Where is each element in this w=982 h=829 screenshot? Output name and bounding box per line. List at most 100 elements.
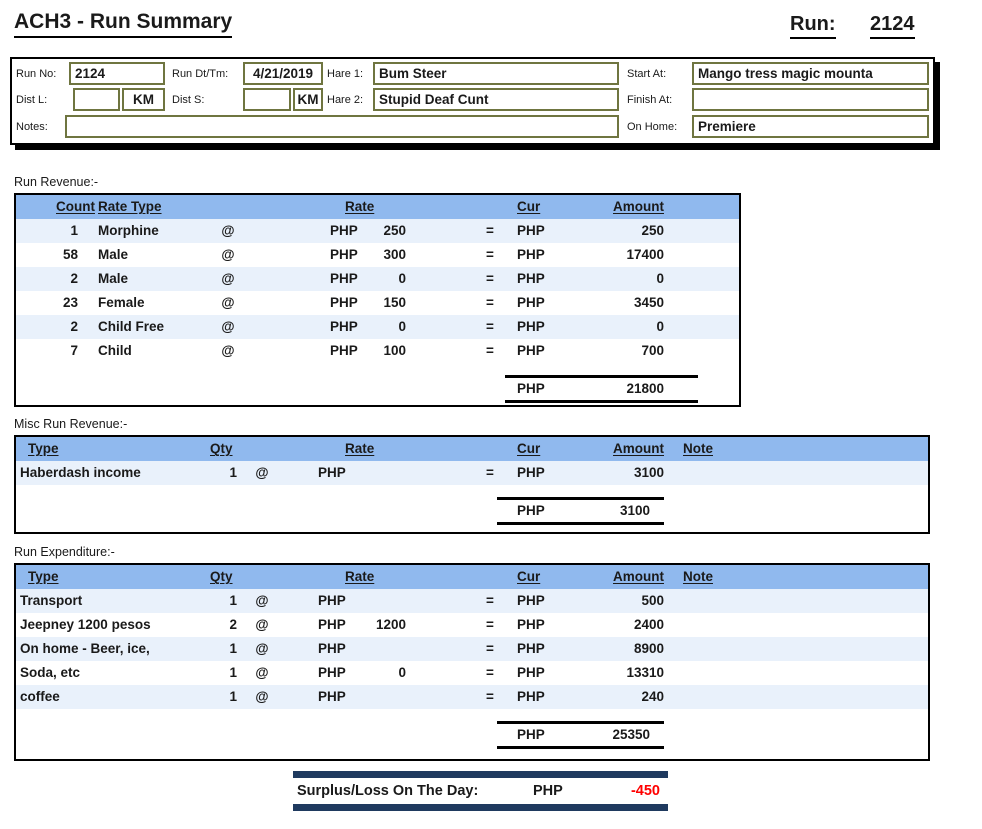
at-symbol: @ xyxy=(255,617,269,632)
equals-symbol: = xyxy=(486,641,494,656)
at-symbol: @ xyxy=(221,295,235,310)
expenditure-table: Type Qty Rate Cur Amount Note Transport 1… xyxy=(14,563,930,761)
col-header-amount: Amount xyxy=(613,569,664,584)
surplus-currency: PHP xyxy=(533,783,563,799)
equals-symbol: = xyxy=(486,665,494,680)
surplus-amount: -450 xyxy=(630,783,660,799)
notes-label: Notes: xyxy=(16,121,48,133)
col-header-rate: Rate xyxy=(345,199,375,214)
hare2-label: Hare 2: xyxy=(327,94,364,106)
col-header-cur: Cur xyxy=(517,569,541,584)
equals-symbol: = xyxy=(486,343,494,358)
equals-symbol: = xyxy=(486,465,494,480)
revenue-table: Count Rate Type Rate Cur Amount 1 Morphin… xyxy=(14,193,741,407)
dist-l-field[interactable] xyxy=(73,88,120,111)
table-row: 2 Child Free @ PHP 0 = PHP 0 xyxy=(16,315,739,339)
revenue-section-label: Run Revenue:- xyxy=(14,175,99,189)
table-row: 2 Male @ PHP 0 = PHP 0 xyxy=(16,267,739,291)
table-row: 58 Male @ PHP 300 = PHP 17400 xyxy=(16,243,739,267)
at-symbol: @ xyxy=(221,343,235,358)
equals-symbol: = xyxy=(486,247,494,262)
expenditure-header-row: Type Qty Rate Cur Amount Note xyxy=(16,565,928,589)
page-title: ACH3 - Run Summary xyxy=(14,10,233,38)
col-header-rate: Rate xyxy=(345,441,375,456)
dist-s-km-unit: KM xyxy=(293,88,323,111)
col-header-note: Note xyxy=(683,441,713,456)
col-header-type: Type xyxy=(28,441,59,456)
table-row: coffee 1 @ PHP = PHP 240 xyxy=(16,685,928,709)
total-amount: 25350 xyxy=(612,727,650,742)
table-row: On home - Beer, ice, 1 @ PHP = PHP 8900 xyxy=(16,637,928,661)
at-symbol: @ xyxy=(255,641,269,656)
expenditure-section-label: Run Expenditure:- xyxy=(14,545,115,559)
col-header-type: Type xyxy=(28,569,59,584)
run-no-field[interactable]: 2124 xyxy=(69,62,165,85)
col-header-amount: Amount xyxy=(613,441,664,456)
equals-symbol: = xyxy=(486,593,494,608)
surplus-summary: Surplus/Loss On The Day: PHP -450 xyxy=(293,771,668,811)
hare1-label: Hare 1: xyxy=(327,68,364,80)
table-row: Soda, etc 1 @ PHP 0 = PHP 13310 xyxy=(16,661,928,685)
table-row: 1 Morphine @ PHP 250 = PHP 250 xyxy=(16,219,739,243)
table-row: Jeepney 1200 pesos 2 @ PHP 1200 = PHP 2400 xyxy=(16,613,928,637)
finish-at-field[interactable] xyxy=(692,88,929,111)
col-header-cur: Cur xyxy=(517,199,541,214)
run-header-form: Run No: 2124 Run Dt/Tm: 4/21/2019 Hare 1… xyxy=(10,57,935,145)
run-dt-field[interactable]: 4/21/2019 xyxy=(243,62,323,85)
dist-l-label: Dist L: xyxy=(16,94,48,106)
finish-at-label: Finish At: xyxy=(627,94,673,106)
table-row: 7 Child @ PHP 100 = PHP 700 xyxy=(16,339,739,363)
expenditure-total-row: PHP 25350 xyxy=(497,721,664,749)
equals-symbol: = xyxy=(486,689,494,704)
revenue-header-row: Count Rate Type Rate Cur Amount xyxy=(16,195,739,219)
col-header-qty: Qty xyxy=(210,569,233,584)
run-no-label: Run No: xyxy=(16,68,57,80)
hare1-field[interactable]: Bum Steer xyxy=(373,62,619,85)
start-at-field[interactable]: Mango tress magic mounta xyxy=(692,62,929,85)
table-row: Haberdash income 1 @ PHP = PHP 3100 xyxy=(16,461,928,485)
hare2-field[interactable]: Stupid Deaf Cunt xyxy=(373,88,619,111)
table-row: 23 Female @ PHP 150 = PHP 3450 xyxy=(16,291,739,315)
total-currency: PHP xyxy=(517,727,545,742)
at-symbol: @ xyxy=(255,593,269,608)
revenue-total-row: PHP 21800 xyxy=(505,375,698,403)
surplus-label: Surplus/Loss On The Day: xyxy=(297,783,479,799)
misc-revenue-header-row: Type Qty Rate Cur Amount Note xyxy=(16,437,928,461)
at-symbol: @ xyxy=(221,247,235,262)
col-header-count: Count xyxy=(56,199,95,214)
run-dt-label: Run Dt/Tm: xyxy=(172,68,229,80)
run-summary-page: ACH3 - Run Summary Run: 2124 Run No: 212… xyxy=(0,0,982,829)
col-header-rate-type: Rate Type xyxy=(98,199,162,214)
at-symbol: @ xyxy=(255,465,269,480)
dist-l-km-unit: KM xyxy=(122,88,165,111)
dist-s-label: Dist S: xyxy=(172,94,205,106)
at-symbol: @ xyxy=(255,689,269,704)
col-header-amount: Amount xyxy=(613,199,664,214)
col-header-rate: Rate xyxy=(345,569,375,584)
total-amount: 3100 xyxy=(619,503,650,518)
on-home-label: On Home: xyxy=(627,121,678,133)
col-header-cur: Cur xyxy=(517,441,541,456)
misc-revenue-table: Type Qty Rate Cur Amount Note Haberdash … xyxy=(14,435,930,534)
table-row: Transport 1 @ PHP = PHP 500 xyxy=(16,589,928,613)
equals-symbol: = xyxy=(486,295,494,310)
equals-symbol: = xyxy=(486,223,494,238)
run-number: 2124 xyxy=(870,13,915,39)
total-amount: 21800 xyxy=(626,381,664,396)
col-header-qty: Qty xyxy=(210,441,233,456)
total-currency: PHP xyxy=(517,503,545,518)
dist-s-field[interactable] xyxy=(243,88,291,111)
misc-revenue-section-label: Misc Run Revenue:- xyxy=(14,417,128,431)
total-currency: PHP xyxy=(517,381,545,396)
equals-symbol: = xyxy=(486,319,494,334)
col-header-note: Note xyxy=(683,569,713,584)
surplus-bottom-bar xyxy=(293,804,668,811)
at-symbol: @ xyxy=(221,271,235,286)
start-at-label: Start At: xyxy=(627,68,667,80)
at-symbol: @ xyxy=(221,319,235,334)
equals-symbol: = xyxy=(486,617,494,632)
notes-field[interactable] xyxy=(65,115,619,138)
equals-symbol: = xyxy=(486,271,494,286)
surplus-top-bar xyxy=(293,771,668,778)
on-home-field[interactable]: Premiere xyxy=(692,115,929,138)
